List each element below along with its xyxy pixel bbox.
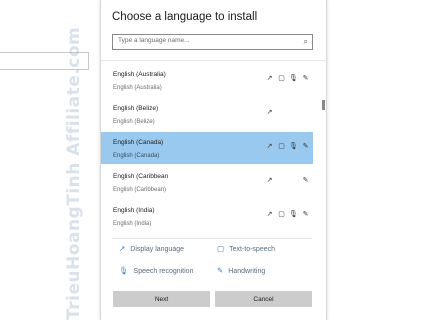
legend-text-to-speech: ▢ Text-to-speech [217,244,275,253]
language-native-name: English (India) [113,221,152,227]
language-list[interactable]: English (Australia) English (Australia) … [101,64,326,234]
language-name: English (India) [113,207,155,214]
watermark: TrieuHoangTinh Affiliate.com [64,26,84,320]
language-native-name: English (Canada) [113,153,160,159]
search-icon[interactable]: ⌕ [304,37,308,47]
display-language-icon: ↗ [266,109,273,116]
display-language-icon: ↗ [266,143,273,150]
handwriting-icon: ✎ [302,177,309,184]
legend-label: Display language [130,246,184,253]
display-language-icon: ↗ [266,177,273,184]
list-scrollbar[interactable] [322,100,325,110]
cancel-button[interactable]: Cancel [215,291,312,307]
legend-divider [112,238,312,239]
display-language-icon: ↗ [266,75,273,82]
speech-recognition-icon: 🎙 [289,211,298,218]
language-name: English (Caribbean [113,173,169,180]
background-field [0,52,89,70]
display-language-icon: ↗ [119,244,126,253]
language-native-name: English (Belize) [113,119,155,125]
list-item[interactable]: English (Caribbean English (Caribbean) ↗… [101,166,313,198]
handwriting-icon: ✎ [302,211,309,218]
handwriting-icon: ✎ [302,143,309,150]
legend-label: Handwriting [228,268,266,275]
display-language-icon: ↗ [266,211,273,218]
next-button[interactable]: Next [113,291,210,307]
search-input[interactable]: Type a language name... ⌕ [112,34,313,50]
choose-language-dialog: Choose a language to install Type a lang… [100,0,327,320]
text-to-speech-icon: ▢ [278,75,285,82]
legend-handwriting: ✎ Handwriting [217,266,265,275]
list-item[interactable]: English (Canada) English (Canada) ↗ ▢ 🎙 … [101,132,313,164]
legend-speech-recognition: 🎙 Speech recognition [119,266,193,275]
text-to-speech-icon: ▢ [278,143,285,150]
list-item[interactable]: English (Belize) English (Belize) ↗ [101,98,313,130]
handwriting-icon: ✎ [302,75,309,82]
legend-label: Text-to-speech [229,246,276,253]
language-name: English (Australia) [113,71,166,78]
text-to-speech-icon: ▢ [217,244,225,253]
search-placeholder: Type a language name... [118,37,190,44]
dialog-title: Choose a language to install [112,11,258,23]
search-divider [101,60,326,61]
language-native-name: English (Caribbean) [113,187,167,193]
handwriting-icon: ✎ [217,266,224,275]
legend-display-language: ↗ Display language [119,244,184,253]
list-item[interactable]: English (India) English (India) ↗ ▢ 🎙 ✎ [101,200,313,232]
speech-recognition-icon: 🎙 [289,143,298,150]
text-to-speech-icon: ▢ [278,211,285,218]
speech-recognition-icon: 🎙 [289,75,298,82]
language-native-name: English (Australia) [113,85,162,91]
language-name: English (Canada) [113,139,164,146]
language-name: English (Belize) [113,105,159,112]
list-item[interactable]: English (Australia) English (Australia) … [101,64,313,96]
legend-label: Speech recognition [133,268,194,275]
speech-recognition-icon: 🎙 [119,266,129,275]
